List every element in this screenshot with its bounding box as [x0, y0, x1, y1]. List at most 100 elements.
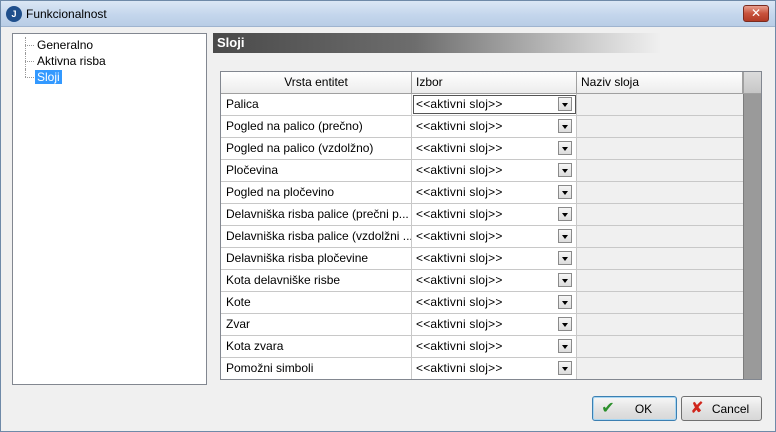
layer-name-cell[interactable]: [577, 116, 743, 137]
layer-name-cell[interactable]: [577, 358, 743, 379]
chevron-down-icon[interactable]: [558, 119, 572, 133]
grid-rows: Palica <<aktivni sloj>> Pogled na palico (…: [221, 94, 743, 379]
table-row[interactable]: Kote <<aktivni sloj>>: [221, 292, 743, 314]
layer-name-cell[interactable]: [577, 314, 743, 335]
entity-type-cell: Pogled na palico (prečno): [221, 116, 412, 137]
layers-grid: Vrsta entitet Izbor Naziv sloja Palica <<…: [220, 71, 762, 380]
table-row[interactable]: Delavniška risba palice (vzdolžni ... <<a…: [221, 226, 743, 248]
dropdown-value: <<aktivni sloj>>: [416, 295, 503, 309]
layer-name-cell[interactable]: [577, 226, 743, 247]
dropdown-value: <<aktivni sloj>>: [416, 361, 503, 375]
layer-name-cell[interactable]: [577, 204, 743, 225]
chevron-down-icon[interactable]: [558, 295, 572, 309]
dropdown-value: <<aktivni sloj>>: [416, 251, 503, 265]
table-row[interactable]: Zvar <<aktivni sloj>>: [221, 314, 743, 336]
app-logo-icon: J: [6, 6, 22, 22]
chevron-down-icon[interactable]: [558, 339, 572, 353]
entity-type-cell: Kote: [221, 292, 412, 313]
chevron-down-icon[interactable]: [558, 185, 572, 199]
entity-type-cell: Palica: [221, 94, 412, 115]
table-row[interactable]: Pločevina <<aktivni sloj>>: [221, 160, 743, 182]
layer-choice-dropdown[interactable]: <<aktivni sloj>>: [412, 248, 577, 269]
tree-connector-icon: [13, 69, 35, 85]
title-bar[interactable]: J Funkcionalnost ✕: [1, 1, 775, 27]
entity-type-cell: Pomožni simboli: [221, 358, 412, 379]
chevron-down-icon[interactable]: [558, 97, 572, 111]
column-header-izbor[interactable]: Izbor: [412, 72, 577, 94]
table-row[interactable]: Kota delavniške risbe <<aktivni sloj>>: [221, 270, 743, 292]
layer-choice-dropdown[interactable]: <<aktivni sloj>>: [412, 270, 577, 291]
entity-type-cell: Kota zvara: [221, 336, 412, 357]
table-row[interactable]: Pogled na palico (vzdolžno) <<aktivni slo…: [221, 138, 743, 160]
dropdown-value: <<aktivni sloj>>: [416, 317, 503, 331]
tree-item-generalno[interactable]: Generalno: [13, 37, 95, 53]
chevron-down-icon[interactable]: [558, 273, 572, 287]
grid-header: Vrsta entitet Izbor Naziv sloja: [221, 72, 761, 94]
column-header-naziv-sloja[interactable]: Naziv sloja: [577, 72, 743, 94]
layer-name-cell[interactable]: [577, 182, 743, 203]
dropdown-value: <<aktivni sloj>>: [416, 185, 503, 199]
layer-choice-dropdown[interactable]: <<aktivni sloj>>: [412, 94, 577, 115]
ok-button-label: OK: [634, 401, 653, 416]
entity-type-cell: Delavniška risba palice (prečni p...: [221, 204, 412, 225]
layer-choice-dropdown[interactable]: <<aktivni sloj>>: [412, 138, 577, 159]
section-title: Sloji: [217, 35, 245, 50]
category-tree: Generalno Aktivna risba Sloji: [12, 33, 207, 385]
layer-choice-dropdown[interactable]: <<aktivni sloj>>: [412, 336, 577, 357]
vertical-scrollbar[interactable]: [743, 72, 761, 379]
table-row[interactable]: Pomožni simboli <<aktivni sloj>>: [221, 358, 743, 379]
chevron-down-icon[interactable]: [558, 207, 572, 221]
layer-name-cell[interactable]: [577, 160, 743, 181]
table-row[interactable]: Pogled na palico (prečno) <<aktivni sloj>…: [221, 116, 743, 138]
checkmark-icon: ✔: [601, 399, 615, 417]
chevron-down-icon[interactable]: [558, 141, 572, 155]
close-button[interactable]: ✕: [743, 5, 769, 22]
table-row[interactable]: Delavniška risba palice (prečni p... <<ak…: [221, 204, 743, 226]
ok-button[interactable]: ✔ OK: [592, 396, 677, 421]
chevron-down-icon[interactable]: [558, 361, 572, 375]
layer-choice-dropdown[interactable]: <<aktivni sloj>>: [412, 358, 577, 379]
layer-choice-dropdown[interactable]: <<aktivni sloj>>: [412, 292, 577, 313]
table-row[interactable]: Palica <<aktivni sloj>>: [221, 94, 743, 116]
chevron-down-icon[interactable]: [558, 229, 572, 243]
entity-type-cell: Delavniška risba pločevine: [221, 248, 412, 269]
tree-item-aktivna-risba[interactable]: Aktivna risba: [13, 53, 108, 69]
cancel-button-label: Cancel: [711, 401, 750, 416]
layer-choice-dropdown[interactable]: <<aktivni sloj>>: [412, 226, 577, 247]
tree-connector-icon: [13, 37, 35, 53]
layer-name-cell[interactable]: [577, 292, 743, 313]
chevron-down-icon[interactable]: [558, 251, 572, 265]
dropdown-value: <<aktivni sloj>>: [416, 141, 503, 155]
entity-type-cell: Zvar: [221, 314, 412, 335]
table-row[interactable]: Kota zvara <<aktivni sloj>>: [221, 336, 743, 358]
section-header: Sloji: [213, 33, 661, 53]
dropdown-value: <<aktivni sloj>>: [416, 97, 503, 111]
cancel-button[interactable]: ✘ Cancel: [681, 396, 762, 421]
tree-item-sloji[interactable]: Sloji: [13, 69, 62, 85]
scrollbar-header-corner: [743, 72, 761, 94]
chevron-down-icon[interactable]: [558, 317, 572, 331]
window-title: Funkcionalnost: [26, 7, 107, 21]
dropdown-value: <<aktivni sloj>>: [416, 339, 503, 353]
table-row[interactable]: Pogled na pločevino <<aktivni sloj>>: [221, 182, 743, 204]
dropdown-value: <<aktivni sloj>>: [416, 273, 503, 287]
entity-type-cell: Pogled na pločevino: [221, 182, 412, 203]
table-row[interactable]: Delavniška risba pločevine <<aktivni sloj…: [221, 248, 743, 270]
dialog-window: J Funkcionalnost ✕ Generalno Aktivna ris…: [0, 0, 776, 432]
layer-choice-dropdown[interactable]: <<aktivni sloj>>: [412, 160, 577, 181]
dropdown-value: <<aktivni sloj>>: [416, 163, 503, 177]
tree-item-label: Sloji: [35, 70, 62, 84]
layer-name-cell[interactable]: [577, 336, 743, 357]
chevron-down-icon[interactable]: [558, 163, 572, 177]
layer-choice-dropdown[interactable]: <<aktivni sloj>>: [412, 204, 577, 225]
column-header-vrsta-entitet[interactable]: Vrsta entitet: [221, 72, 412, 94]
entity-type-cell: Kota delavniške risbe: [221, 270, 412, 291]
layer-choice-dropdown[interactable]: <<aktivni sloj>>: [412, 116, 577, 137]
dropdown-value: <<aktivni sloj>>: [416, 229, 503, 243]
layer-name-cell[interactable]: [577, 270, 743, 291]
layer-choice-dropdown[interactable]: <<aktivni sloj>>: [412, 182, 577, 203]
layer-choice-dropdown[interactable]: <<aktivni sloj>>: [412, 314, 577, 335]
layer-name-cell[interactable]: [577, 248, 743, 269]
layer-name-cell[interactable]: [577, 94, 743, 115]
layer-name-cell[interactable]: [577, 138, 743, 159]
